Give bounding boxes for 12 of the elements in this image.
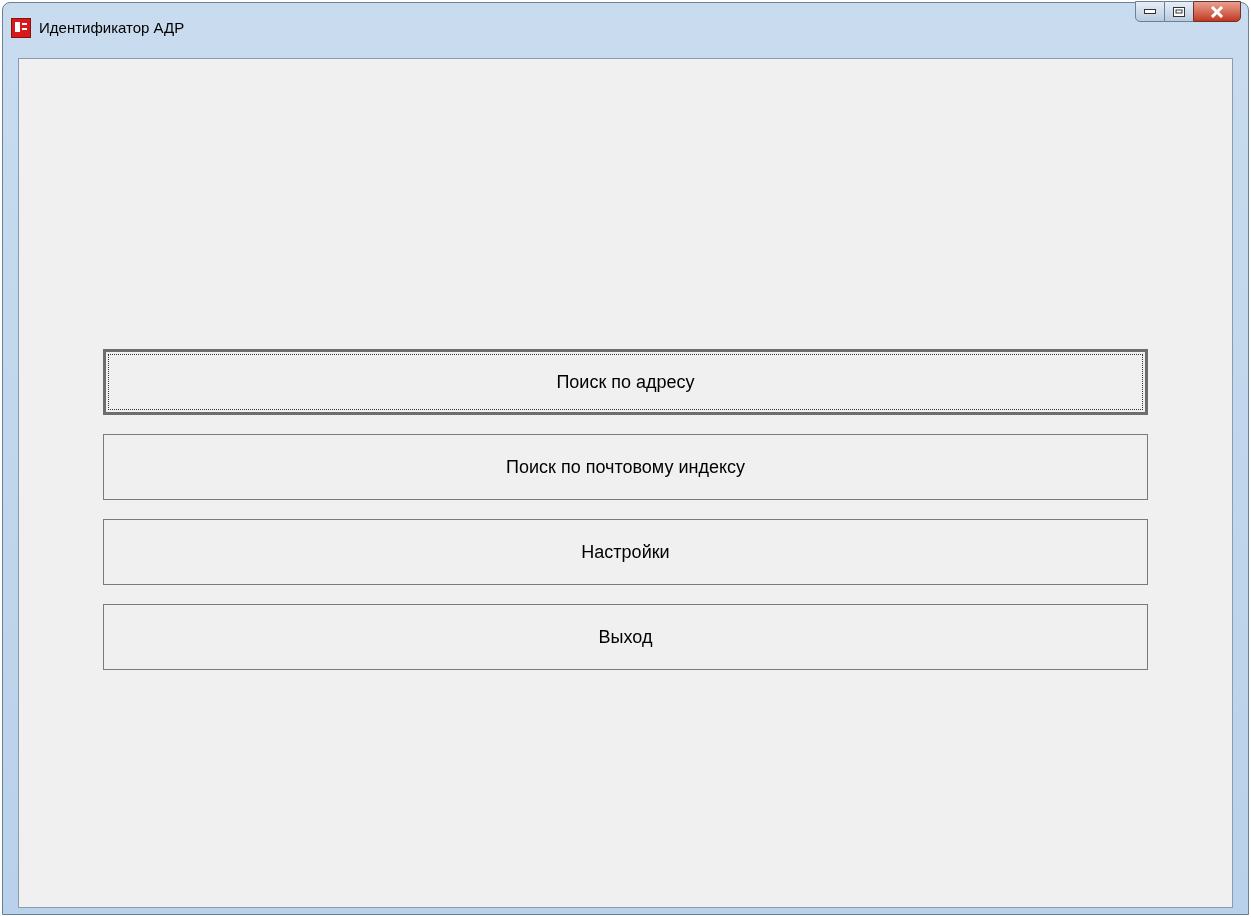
maximize-button[interactable] [1165, 1, 1193, 22]
close-icon [1210, 5, 1224, 18]
minimize-button[interactable] [1135, 1, 1165, 22]
menu-button[interactable]: Выход [103, 604, 1148, 670]
minimize-icon [1144, 9, 1156, 14]
menu-button[interactable]: Поиск по почтовому индексу [103, 434, 1148, 500]
close-button[interactable] [1193, 1, 1241, 22]
app-logo-icon [11, 18, 31, 38]
maximize-icon [1173, 6, 1185, 17]
window-title: Идентификатор АДР [39, 19, 185, 37]
menu-button[interactable]: Настройки [103, 519, 1148, 585]
menu-button[interactable]: Поиск по адресу [103, 349, 1148, 415]
